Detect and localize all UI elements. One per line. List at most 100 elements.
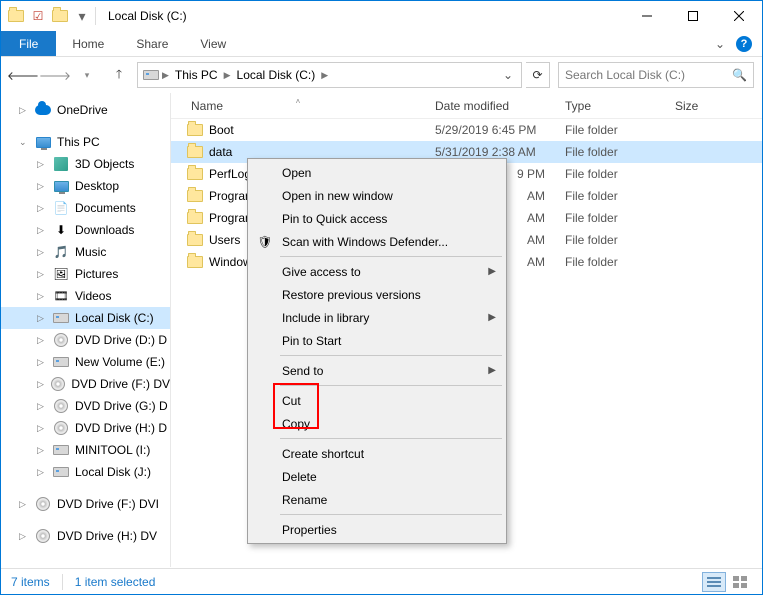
chevron-right-icon[interactable]: ▶ xyxy=(222,70,233,81)
tree-dvd-f-root[interactable]: ▷DVD Drive (F:) DVI xyxy=(1,493,170,515)
tree-minitool-i[interactable]: ▷MINITOOL (I:) xyxy=(1,439,170,461)
col-type[interactable]: Type xyxy=(555,99,665,113)
dvd-icon xyxy=(53,398,69,414)
ctx-scan-defender[interactable]: 🛡Scan with Windows Defender... xyxy=(250,230,504,253)
videos-icon: 🎞 xyxy=(53,288,69,304)
qat-dropdown-icon[interactable]: ▾ xyxy=(73,5,91,27)
col-size[interactable]: Size xyxy=(665,99,735,113)
tree-3d-objects[interactable]: ▷3D Objects xyxy=(1,153,170,175)
search-icon[interactable]: 🔍 xyxy=(732,68,747,82)
col-date[interactable]: Date modified xyxy=(425,99,555,113)
properties-qat-icon[interactable]: ☑ xyxy=(29,5,47,27)
dvd-icon xyxy=(35,496,51,512)
chevron-right-icon[interactable]: ▶ xyxy=(160,70,171,81)
ctx-open[interactable]: Open xyxy=(250,161,504,184)
up-button[interactable]: 🡑 xyxy=(105,61,133,89)
ctx-properties[interactable]: Properties xyxy=(250,518,504,541)
new-folder-qat-icon[interactable] xyxy=(51,5,69,27)
ctx-pin-quick-access[interactable]: Pin to Quick access xyxy=(250,207,504,230)
ctx-rename[interactable]: Rename xyxy=(250,488,504,511)
back-button[interactable]: 🡐 xyxy=(9,61,37,89)
tree-local-disk-c[interactable]: ▷Local Disk (C:) xyxy=(1,307,170,329)
details-view-button[interactable] xyxy=(702,572,726,592)
3d-objects-icon xyxy=(53,156,69,172)
chevron-right-icon: ▶ xyxy=(488,312,496,323)
status-selected-count: 1 item selected xyxy=(75,575,156,589)
crumb-drive[interactable]: Local Disk (C:) xyxy=(233,68,320,82)
music-icon: 🎵 xyxy=(53,244,69,260)
ctx-delete[interactable]: Delete xyxy=(250,465,504,488)
status-item-count: 7 items xyxy=(11,575,50,589)
thumbnails-view-button[interactable] xyxy=(728,572,752,592)
view-tab[interactable]: View xyxy=(184,31,242,56)
tree-dvd-g[interactable]: ▷DVD Drive (G:) D xyxy=(1,395,170,417)
ctx-create-shortcut[interactable]: Create shortcut xyxy=(250,442,504,465)
address-dropdown-icon[interactable]: ⌄ xyxy=(499,68,517,82)
drive-icon xyxy=(53,442,69,458)
tree-dvd-f[interactable]: ▷DVD Drive (F:) DV xyxy=(1,373,170,395)
search-input[interactable]: Search Local Disk (C:) 🔍 xyxy=(558,62,754,88)
sort-indicator-icon: ˄ xyxy=(296,97,301,106)
file-row[interactable]: Boot 5/29/2019 6:45 PM File folder xyxy=(171,119,762,141)
separator xyxy=(280,256,502,257)
tree-dvd-h[interactable]: ▷DVD Drive (H:) D xyxy=(1,417,170,439)
dvd-icon xyxy=(53,332,69,348)
ctx-copy[interactable]: Copy xyxy=(250,412,504,435)
tree-desktop[interactable]: ▷Desktop xyxy=(1,175,170,197)
folder-icon xyxy=(187,234,203,246)
tree-onedrive[interactable]: ▷OneDrive xyxy=(1,99,170,121)
navigation-pane[interactable]: ▷OneDrive ⌄This PC ▷3D Objects ▷Desktop … xyxy=(1,93,171,567)
pictures-icon: 🖼 xyxy=(53,266,69,282)
minimize-button[interactable] xyxy=(624,1,670,31)
folder-icon xyxy=(187,190,203,202)
breadcrumb[interactable]: ▶ This PC ▶ Local Disk (C:) ▶ ⌄ xyxy=(137,62,522,88)
context-menu: Open Open in new window Pin to Quick acc… xyxy=(247,158,507,544)
close-button[interactable] xyxy=(716,1,762,31)
refresh-button[interactable]: ⟳ xyxy=(526,62,550,88)
search-placeholder: Search Local Disk (C:) xyxy=(565,68,685,82)
forward-button[interactable]: 🡒 xyxy=(41,61,69,89)
address-bar-row: 🡐 🡒 ▾ 🡑 ▶ This PC ▶ Local Disk (C:) ▶ ⌄ … xyxy=(1,57,762,93)
status-bar: 7 items 1 item selected xyxy=(1,568,762,594)
drive-icon xyxy=(53,354,69,370)
ctx-cut[interactable]: Cut xyxy=(250,389,504,412)
share-tab[interactable]: Share xyxy=(120,31,184,56)
ribbon: File Home Share View ⌄ ? xyxy=(1,31,762,57)
tree-pictures[interactable]: ▷🖼Pictures xyxy=(1,263,170,285)
file-tab[interactable]: File xyxy=(1,31,56,56)
window-title: Local Disk (C:) xyxy=(108,9,187,23)
folder-icon xyxy=(187,256,203,268)
tree-this-pc[interactable]: ⌄This PC xyxy=(1,131,170,153)
tree-dvd-d[interactable]: ▷DVD Drive (D:) D xyxy=(1,329,170,351)
home-tab[interactable]: Home xyxy=(56,31,120,56)
tree-new-volume-e[interactable]: ▷New Volume (E:) xyxy=(1,351,170,373)
help-button[interactable]: ? xyxy=(732,31,756,56)
expand-ribbon-icon[interactable]: ⌄ xyxy=(708,31,732,56)
chevron-right-icon[interactable]: ▶ xyxy=(319,70,330,81)
recent-locations-icon[interactable]: ▾ xyxy=(73,61,101,89)
ctx-give-access[interactable]: Give access to▶ xyxy=(250,260,504,283)
computer-icon xyxy=(35,134,51,150)
drive-icon xyxy=(53,310,69,326)
ctx-include-library[interactable]: Include in library▶ xyxy=(250,306,504,329)
tree-dvd-h-root[interactable]: ▷DVD Drive (H:) DV xyxy=(1,525,170,547)
tree-documents[interactable]: ▷📄Documents xyxy=(1,197,170,219)
desktop-icon xyxy=(53,178,69,194)
dvd-icon xyxy=(53,420,69,436)
downloads-icon: ⬇ xyxy=(53,222,69,238)
tree-music[interactable]: ▷🎵Music xyxy=(1,241,170,263)
maximize-button[interactable] xyxy=(670,1,716,31)
col-name[interactable]: ˄Name xyxy=(171,99,425,113)
separator xyxy=(280,355,502,356)
tree-local-disk-j[interactable]: ▷Local Disk (J:) xyxy=(1,461,170,483)
tree-downloads[interactable]: ▷⬇Downloads xyxy=(1,219,170,241)
ctx-pin-start[interactable]: Pin to Start xyxy=(250,329,504,352)
ctx-send-to[interactable]: Send to▶ xyxy=(250,359,504,382)
crumb-this-pc[interactable]: This PC xyxy=(171,68,222,82)
folder-icon xyxy=(187,212,203,224)
tree-videos[interactable]: ▷🎞Videos xyxy=(1,285,170,307)
titlebar: ☑ ▾ Local Disk (C:) xyxy=(1,1,762,31)
ctx-open-new-window[interactable]: Open in new window xyxy=(250,184,504,207)
ctx-restore-versions[interactable]: Restore previous versions xyxy=(250,283,504,306)
separator xyxy=(280,385,502,386)
